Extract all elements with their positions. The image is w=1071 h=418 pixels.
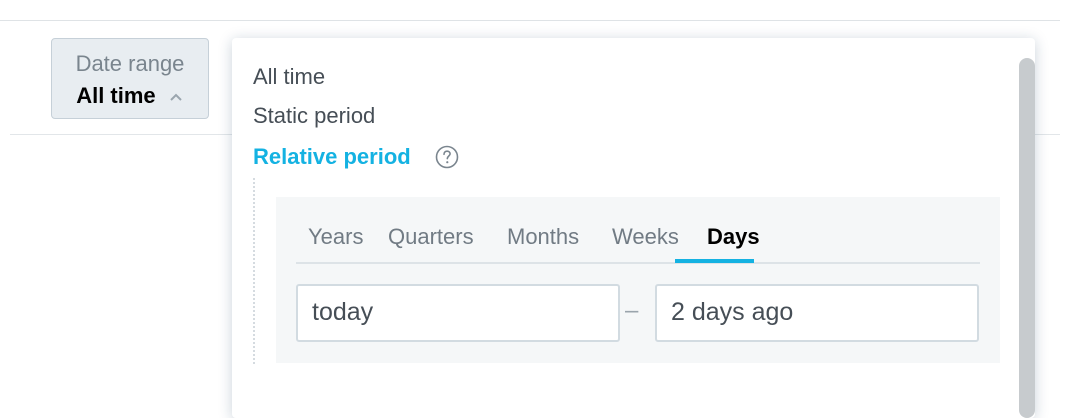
to-date-input[interactable]: 2 days ago — [655, 284, 979, 342]
toolbar-top-divider — [0, 20, 1060, 21]
active-tab-indicator — [675, 259, 754, 263]
relative-period-indent-line — [253, 178, 255, 364]
range-separator: – — [625, 297, 639, 324]
date-range-value-row: All time — [52, 83, 208, 109]
tab-weeks[interactable]: Weeks — [612, 224, 679, 250]
from-date-input[interactable]: today — [296, 284, 620, 342]
dropdown-scrollbar[interactable] — [1019, 58, 1035, 418]
option-static-period[interactable]: Static period — [253, 103, 375, 129]
question-circle-icon[interactable] — [435, 145, 459, 169]
date-range-dropdown: All time Static period Relative period Y… — [232, 38, 1035, 418]
tab-months[interactable]: Months — [507, 224, 579, 250]
tab-years[interactable]: Years — [308, 224, 363, 250]
date-range-label: Date range — [75, 51, 185, 76]
chevron-up-icon — [170, 93, 182, 101]
granularity-tabs: Years Quarters Months Weeks Days — [296, 224, 980, 264]
option-relative-period[interactable]: Relative period — [253, 144, 411, 170]
option-all-time[interactable]: All time — [253, 64, 325, 90]
date-range-value: All time — [76, 83, 156, 108]
date-range-button[interactable]: Date range All time — [51, 38, 209, 119]
tab-quarters[interactable]: Quarters — [388, 224, 474, 250]
tab-days[interactable]: Days — [707, 224, 760, 250]
relative-period-panel: Years Quarters Months Weeks Days today –… — [276, 197, 1000, 363]
